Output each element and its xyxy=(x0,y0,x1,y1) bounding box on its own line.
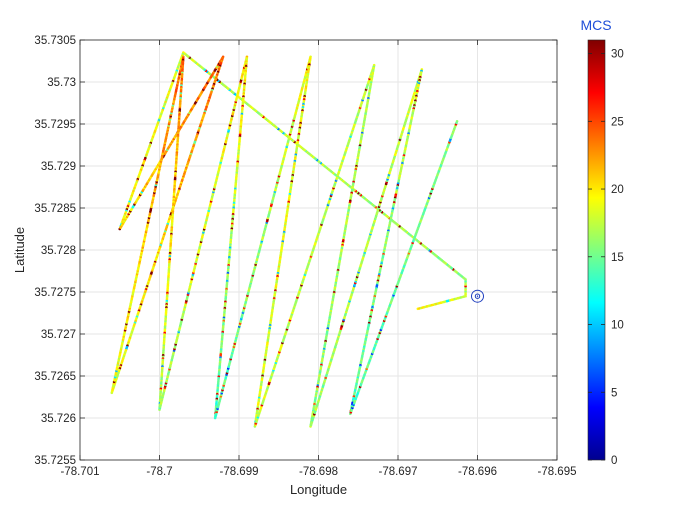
y-tick-label: 35.726 xyxy=(41,413,76,425)
y-tick-label: 35.7255 xyxy=(34,455,76,467)
y-tick-label: 35.7265 xyxy=(34,371,76,383)
x-axis-label: Longitude xyxy=(290,482,347,497)
colorbar-tick-label: 30 xyxy=(611,49,624,61)
y-tick-label: 35.7305 xyxy=(34,35,76,47)
x-tick-label: -78.698 xyxy=(299,466,338,478)
colorbar-title: MCS xyxy=(580,17,611,33)
colorbar: 0 5 10 15 20 25 30 MCS xyxy=(580,17,623,467)
x-tick-label: -78.699 xyxy=(219,466,258,478)
colorbar-tick-label: 10 xyxy=(611,320,624,332)
track-point xyxy=(455,120,459,123)
y-tick-label: 35.727 xyxy=(41,329,76,341)
y-tick-label: 35.73 xyxy=(47,77,76,89)
colorbar-tick-label: 20 xyxy=(611,184,624,196)
x-tick-label: -78.697 xyxy=(378,466,417,478)
colorbar-tick-label: 15 xyxy=(611,252,624,264)
colorbar-tick-label: 0 xyxy=(611,455,617,467)
x-tick-label: -78.7 xyxy=(146,466,172,478)
y-tick-label: 35.728 xyxy=(41,245,76,257)
colorbar-tick-label: 5 xyxy=(611,387,617,399)
marker-center xyxy=(476,295,479,297)
y-tick-label: 35.7275 xyxy=(34,287,76,299)
y-axis-label: Latitude xyxy=(12,227,27,273)
chart-figure: -78.701 -78.7 -78.699 -78.698 -78.697 -78.696… xyxy=(12,17,624,497)
y-tick-label: 35.7295 xyxy=(34,119,76,131)
x-tick-label: -78.695 xyxy=(537,466,576,478)
y-tick-label: 35.7285 xyxy=(34,203,76,215)
x-tick-label: -78.701 xyxy=(60,466,99,478)
x-tick-label: -78.696 xyxy=(458,466,497,478)
colorbar-tick-label: 25 xyxy=(611,116,624,128)
colorbar-gradient xyxy=(587,39,606,461)
y-tick-label: 35.729 xyxy=(41,161,76,173)
